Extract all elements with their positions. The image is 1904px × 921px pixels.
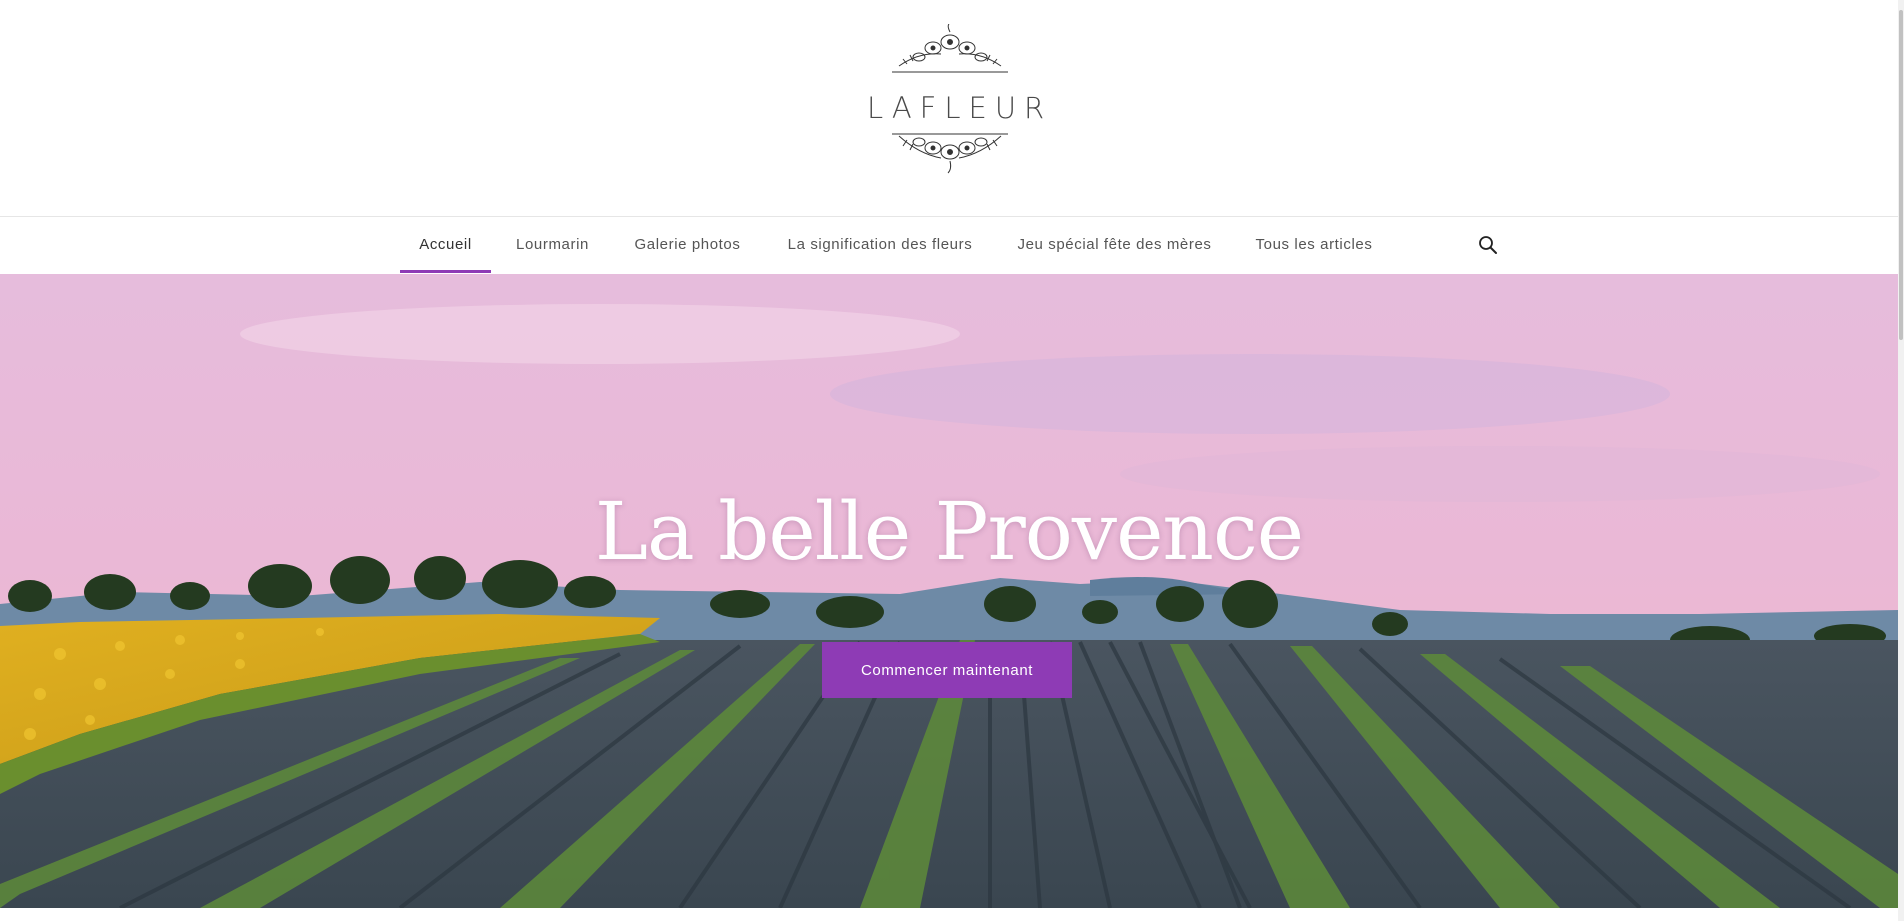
nav-item-lourmarin[interactable]: Lourmarin (511, 217, 594, 273)
hero-section: La belle Provence Commencer maintenant (0, 274, 1898, 908)
nav-item-tous-les-articles[interactable]: Tous les articles (1253, 217, 1375, 273)
nav-item-jeu-fete-des-meres[interactable]: Jeu spécial fête des mères (1015, 217, 1214, 273)
page: LAFLEUR Accueil Lourmarin Galerie photos… (0, 0, 1898, 921)
site-logo[interactable]: LAFLEUR (859, 24, 1053, 190)
search-icon[interactable] (1478, 235, 1498, 255)
page-scrollbar[interactable] (1898, 0, 1904, 921)
nav-item-galerie-photos[interactable]: Galerie photos (631, 217, 744, 273)
site-logo-text: LAFLEUR (867, 91, 1053, 125)
site-header: LAFLEUR (0, 0, 1898, 217)
main-navigation: Accueil Lourmarin Galerie photos La sign… (0, 217, 1898, 273)
start-now-button[interactable]: Commencer maintenant (822, 642, 1072, 698)
hero-background-image (0, 274, 1898, 908)
scrollbar-thumb[interactable] (1899, 10, 1903, 340)
nav-item-signification-des-fleurs[interactable]: La signification des fleurs (782, 217, 978, 273)
nav-item-accueil[interactable]: Accueil (400, 217, 491, 273)
hero-title: La belle Provence (594, 485, 1304, 578)
